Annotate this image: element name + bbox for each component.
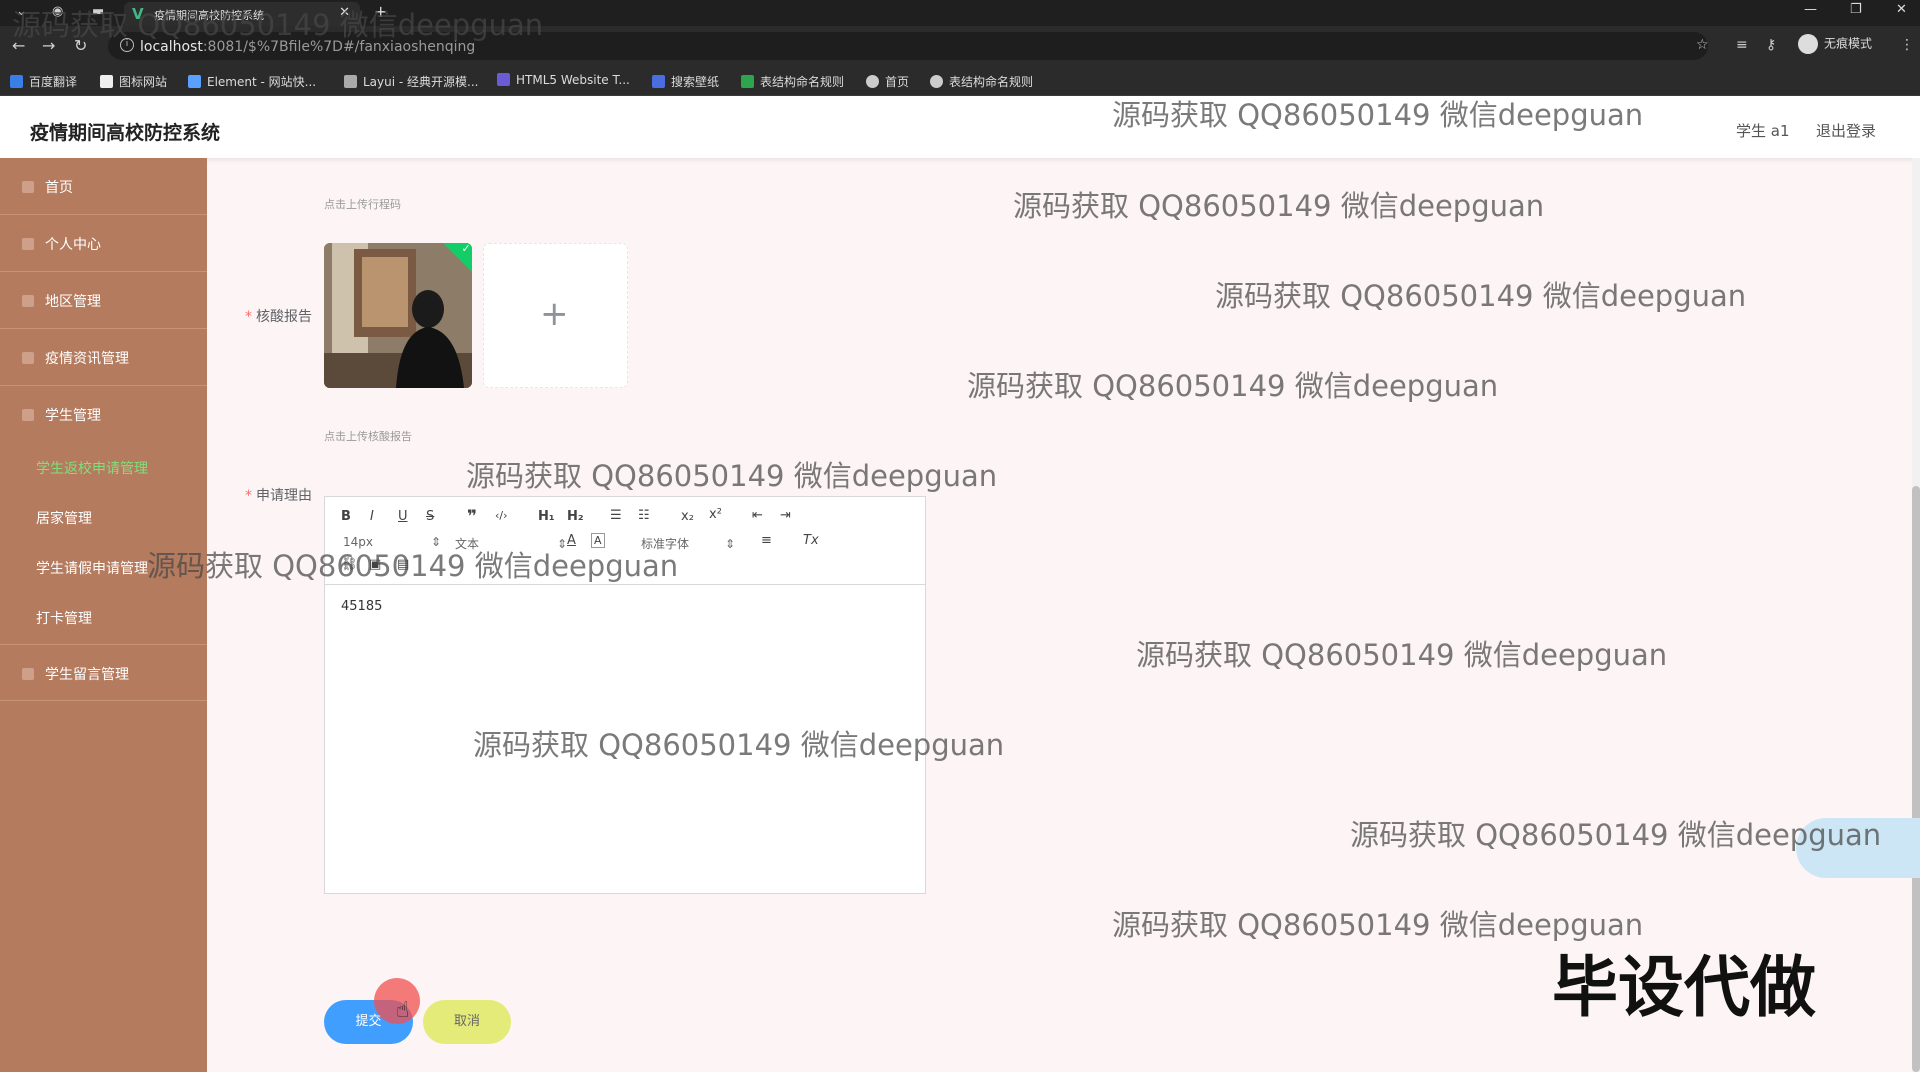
align-icon[interactable]: ≡ (761, 533, 772, 548)
browser-tab[interactable]: V 疫情期间高校防控系统 ✕ (124, 2, 360, 26)
font-size-select[interactable]: 14px ⇕ (343, 535, 441, 549)
region-icon (22, 295, 34, 307)
profile-button[interactable]: 无痕模式 (1798, 34, 1872, 54)
outdent-icon[interactable]: ⇤ (752, 508, 763, 523)
paragraph-select[interactable]: 文本 ⇕ (455, 535, 567, 552)
sidebar: 首页 个人中心 地区管理 疫情资讯管理 学生管理 学生返校申请管理 居家管理 学… (0, 158, 207, 1072)
bookmarks-bar: 百度翻译 图标网站 Element - 网站快... Layui - 经典开源模… (0, 66, 1920, 96)
ordered-list-icon[interactable]: ☰ (610, 508, 622, 523)
sidebar-item-news[interactable]: 疫情资讯管理 (0, 329, 207, 386)
url-path: :8081/$%7Bfile%7D#/fanxiaoshenqing (202, 39, 476, 55)
tab-title: 疫情期间高校防控系统 (154, 9, 264, 22)
rich-text-editor[interactable]: B I U S ❞ ‹/› H₁ H₂ ☰ ☷ x₂ x² ⇤ ⇥ 14px ⇕ … (324, 496, 926, 894)
sidebar-subitem-return-application[interactable]: 学生返校申请管理 (36, 458, 148, 478)
promo-stamp: 毕设代做 (1552, 949, 1816, 1026)
link-icon[interactable]: ⛓ (341, 557, 358, 572)
new-tab-icon[interactable]: + (374, 2, 387, 21)
background-color-icon[interactable]: A (591, 533, 605, 548)
bullet-list-icon[interactable]: ☷ (638, 508, 650, 523)
sidebar-subitem-home-quarantine[interactable]: 居家管理 (36, 508, 92, 528)
extension-icon[interactable]: ◉ (52, 4, 63, 19)
upload-report-button[interactable]: + (483, 243, 628, 388)
cancel-button[interactable]: 取消 (423, 1000, 511, 1044)
address-bar: ← → ↻ i localhost:8081/$%7Bfile%7D#/fanx… (0, 26, 1920, 66)
image-icon[interactable]: ▣ (369, 557, 381, 572)
reason-label: * 申请理由 (245, 488, 312, 504)
url-host: localhost (140, 39, 203, 55)
sidebar-item-home[interactable]: 首页 (0, 158, 207, 215)
tab-favicon-icon: ▬ (92, 4, 105, 19)
plus-icon: + (540, 294, 569, 334)
tab-search-icon[interactable]: ⌄ (16, 4, 27, 19)
superscript-icon[interactable]: x² (709, 507, 722, 522)
incognito-icon (1798, 34, 1818, 54)
bookmark-item[interactable]: Layui - 经典开源模... (344, 73, 478, 90)
browser-tab-bar: ⌄ ◉ ▬ V 疫情期间高校防控系统 ✕ + — ❐ ✕ (0, 0, 1920, 26)
back-icon[interactable]: ← (12, 36, 25, 55)
video-icon[interactable]: ▤ (397, 557, 409, 572)
sidebar-item-messages[interactable]: 学生留言管理 (0, 644, 207, 701)
indent-icon[interactable]: ⇥ (780, 508, 791, 523)
close-window-icon[interactable]: ✕ (1896, 2, 1907, 17)
blockquote-icon[interactable]: ❞ (467, 507, 477, 527)
bookmark-star-icon[interactable]: ☆ (1696, 37, 1709, 53)
italic-icon[interactable]: I (370, 509, 374, 524)
editor-toolbar: B I U S ❞ ‹/› H₁ H₂ ☰ ☷ x₂ x² ⇤ ⇥ 14px ⇕ … (325, 497, 925, 585)
report-label: * 核酸报告 (245, 309, 312, 325)
check-icon: ✓ (461, 243, 471, 255)
forward-icon[interactable]: → (42, 36, 55, 55)
clear-format-icon[interactable]: Tx (803, 533, 819, 548)
code-block-icon[interactable]: ‹/› (495, 509, 508, 522)
reload-icon[interactable]: ↻ (74, 36, 87, 55)
strike-icon[interactable]: S (426, 509, 434, 524)
sidebar-item-students[interactable]: 学生管理 (0, 386, 207, 443)
subscript-icon[interactable]: x₂ (681, 509, 694, 524)
font-family-select[interactable]: 标准字体 ⇕ (641, 535, 735, 552)
sidebar-subitem-checkin[interactable]: 打卡管理 (36, 608, 92, 628)
message-icon (22, 668, 34, 680)
bold-icon[interactable]: B (341, 509, 351, 524)
logout-link[interactable]: 退出登录 (1816, 120, 1876, 141)
minimize-icon[interactable]: — (1804, 2, 1817, 17)
editor-content[interactable]: 45185 (341, 599, 382, 614)
current-user: 学生 a1 (1736, 122, 1790, 140)
app-title: 疫情期间高校防控系统 (30, 122, 221, 144)
bookmark-item[interactable]: 表结构命名规则 (930, 73, 1033, 90)
uploaded-report-image[interactable]: ✓ (324, 243, 472, 388)
underline-icon[interactable]: U (398, 509, 408, 524)
user-icon (22, 238, 34, 250)
more-menu-icon[interactable]: ⋮ (1900, 37, 1914, 53)
travel-code-hint: 点击上传行程码 (324, 198, 401, 211)
students-icon (22, 409, 34, 421)
home-icon (22, 181, 34, 193)
bookmark-item[interactable]: 搜索壁纸 (652, 73, 719, 90)
report-hint: 点击上传核酸报告 (324, 430, 412, 443)
scrollbar-thumb[interactable] (1912, 486, 1920, 1072)
bookmark-item[interactable]: HTML5 Website T... (497, 73, 630, 87)
site-info-icon[interactable]: i (120, 38, 134, 52)
bookmark-item[interactable]: 百度翻译 (10, 73, 77, 90)
tab-close-icon[interactable]: ✕ (339, 5, 350, 20)
password-key-icon[interactable]: ⚷ (1766, 37, 1776, 53)
hand-cursor-icon: ☝ (396, 998, 410, 1023)
floating-mascot-widget[interactable] (1796, 818, 1920, 878)
header2-icon[interactable]: H₂ (567, 509, 584, 524)
url-input[interactable]: i localhost:8081/$%7Bfile%7D#/fanxiaoshe… (108, 32, 1708, 60)
bookmark-item[interactable]: 图标网站 (100, 73, 167, 90)
restore-icon[interactable]: ❐ (1850, 2, 1862, 17)
sidebar-item-region[interactable]: 地区管理 (0, 272, 207, 329)
report-photo (324, 243, 472, 388)
app-header: 疫情期间高校防控系统 学生 a1 退出登录 (0, 96, 1920, 158)
bookmark-item[interactable]: Element - 网站快... (188, 73, 316, 90)
sidebar-item-profile[interactable]: 个人中心 (0, 215, 207, 272)
bookmark-item[interactable]: 表结构命名规则 (741, 73, 844, 90)
header1-icon[interactable]: H₁ (538, 509, 555, 524)
bookmark-item[interactable]: 首页 (866, 73, 909, 90)
news-icon (22, 352, 34, 364)
reading-list-icon[interactable]: ≡ (1736, 37, 1748, 53)
sidebar-subitem-leave-application[interactable]: 学生请假申请管理 (36, 558, 148, 578)
font-color-icon[interactable]: A (567, 533, 576, 548)
vue-logo-icon: V (132, 5, 144, 23)
profile-label: 无痕模式 (1824, 36, 1873, 51)
